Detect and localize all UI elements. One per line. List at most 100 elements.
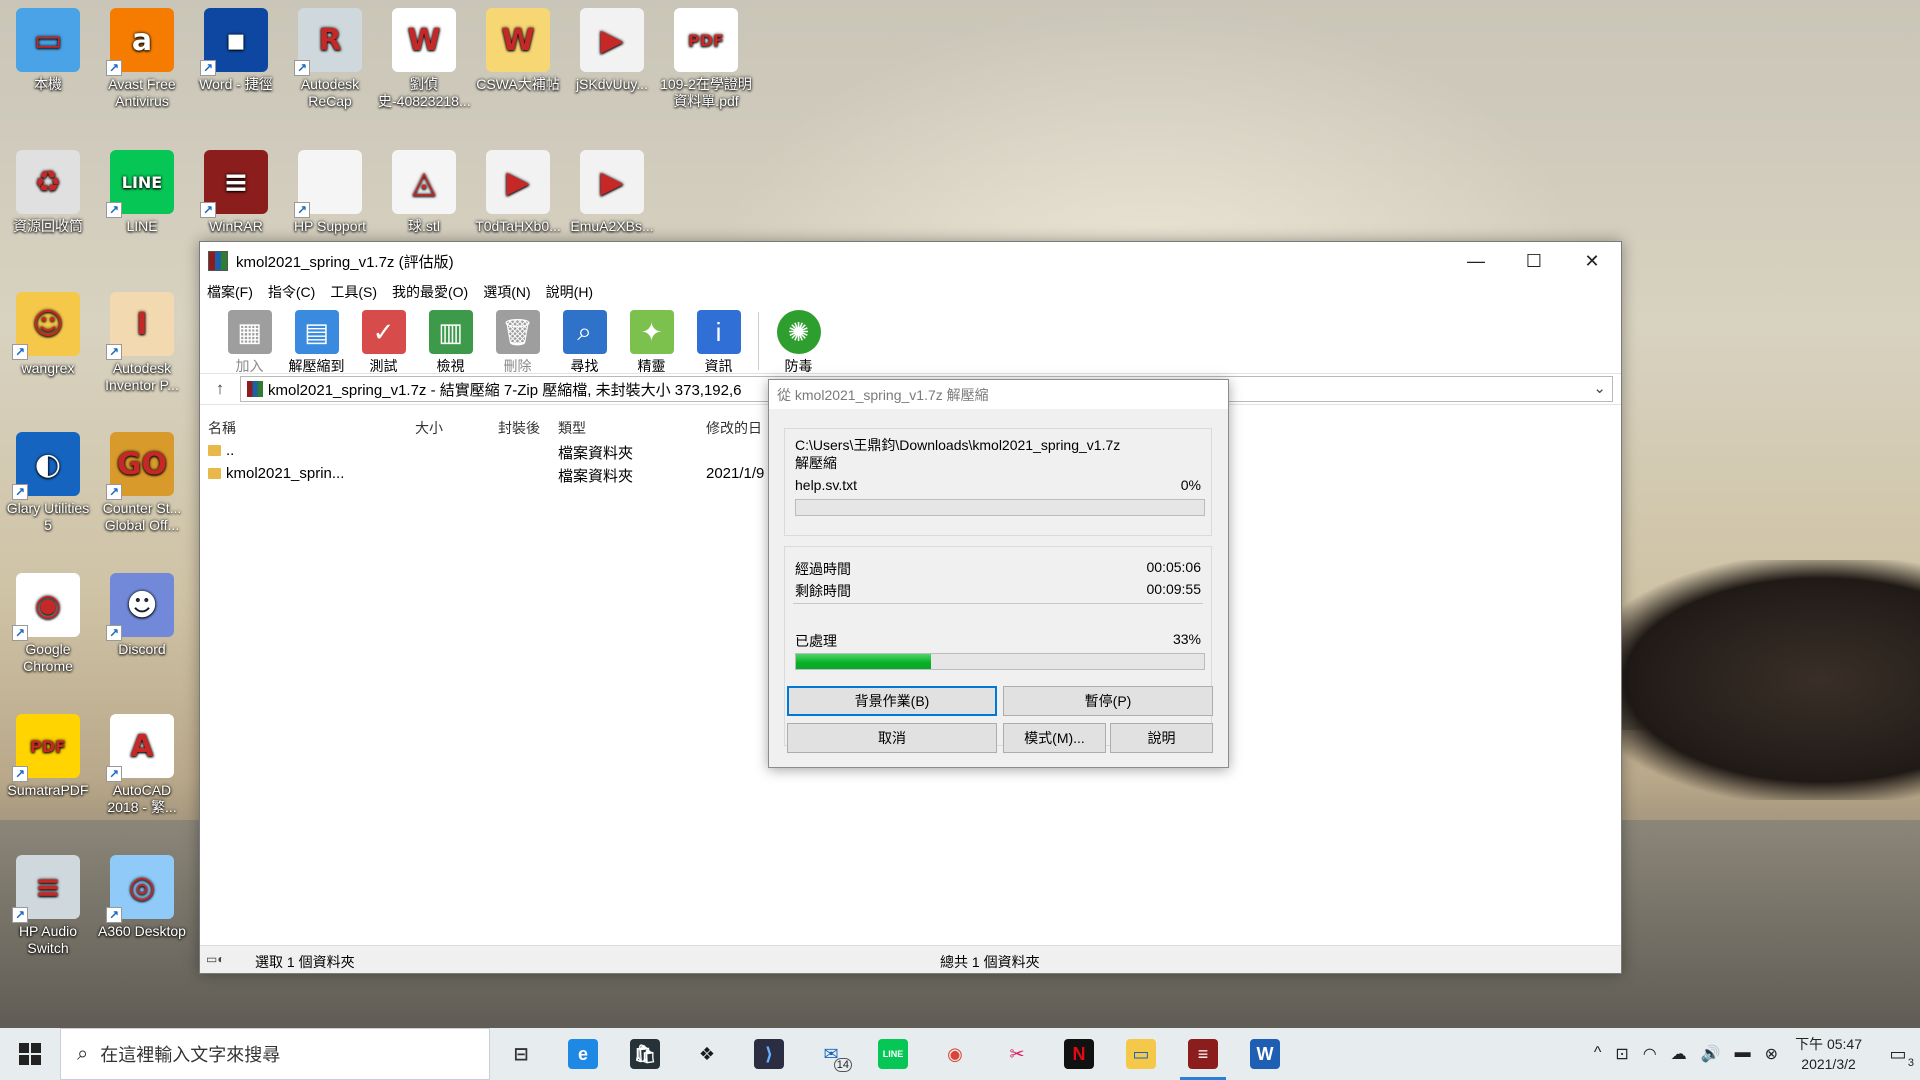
menu-item[interactable]: 選項(N)	[483, 282, 530, 302]
chevron-down-icon[interactable]: ⌄	[1593, 379, 1606, 397]
taskbar-app[interactable]: ≡	[1172, 1028, 1234, 1080]
minimize-button[interactable]: —	[1447, 242, 1505, 280]
desktop-icon[interactable]: W 劉偵史-40823218...	[378, 8, 471, 110]
system-tray: ^ ⊡ ◠ ☁ 🔊 ▬ ⊗ 下午 05:47 2021/3/2 ▭ 3	[1587, 1028, 1920, 1080]
desktop-icon[interactable]: LINE ↗ LINE	[96, 150, 188, 235]
desktop-icon[interactable]: GO ↗ Counter St... Global Off...	[96, 432, 188, 534]
menu-item[interactable]: 指令(C)	[268, 282, 315, 302]
column-packed[interactable]: 封裝後	[498, 418, 540, 438]
find-button[interactable]: ⌕ 尋找	[551, 304, 618, 376]
taskbar-app[interactable]: e	[552, 1028, 614, 1080]
antivirus-button[interactable]: ✺ 防毒	[765, 304, 832, 376]
remaining-value: 00:09:55	[1146, 581, 1202, 597]
taskbar-app[interactable]: N	[1048, 1028, 1110, 1080]
cancel-button[interactable]: 取消	[787, 723, 997, 753]
desktop-icon[interactable]: R ↗ Autodesk ReCap	[284, 8, 376, 110]
taskbar-app[interactable]: LINE	[862, 1028, 924, 1080]
column-name[interactable]: 名稱	[208, 418, 236, 438]
up-arrow-icon[interactable]: ↑	[200, 379, 240, 399]
notification-center-icon[interactable]: ▭ 3	[1876, 1044, 1920, 1069]
menu-item[interactable]: 我的最愛(O)	[392, 282, 468, 302]
find-icon: ⌕	[562, 310, 607, 354]
taskbar-app[interactable]: ▭	[1110, 1028, 1172, 1080]
taskbar-app[interactable]: W	[1234, 1028, 1296, 1080]
menu-item[interactable]: 檔案(F)	[207, 282, 253, 302]
desktop-icon[interactable]: ◉ ↗ Google Chrome	[2, 573, 94, 675]
desktop-icon[interactable]: ♻ 資源回收筒	[2, 150, 94, 235]
recap-icon: R ↗	[294, 8, 362, 76]
shortcut-arrow-icon: ↗	[12, 766, 28, 782]
desktop-icon[interactable]: ▶ jSKdvUuy...	[566, 8, 658, 93]
drive-icon[interactable]: ▭◐	[206, 952, 225, 966]
desktop-icon[interactable]: ◬ 球.stl	[378, 150, 470, 235]
desktop-icon[interactable]: PDF 109-2在學證明資料單.pdf	[660, 8, 752, 110]
desktop-icon[interactable]: ▶ T0dTaHXb0...	[472, 150, 564, 235]
taskbar-app[interactable]: ⊟	[490, 1028, 552, 1080]
desktop-icon[interactable]: a ↗ Avast Free Antivirus	[96, 8, 188, 110]
desktop-icon[interactable]: ◎ ↗ A360 Desktop	[96, 855, 188, 940]
desktop-icon-label: HP Support	[293, 218, 367, 234]
desktop-icon-label: CSWA大補帖	[476, 76, 560, 92]
shortcut-arrow-icon: ↗	[106, 766, 122, 782]
tray-icon[interactable]: ^	[1594, 1044, 1602, 1064]
desktop-icon[interactable]: ≡ ↗ WinRAR	[190, 150, 282, 235]
tray-icon[interactable]: ⊡	[1615, 1044, 1628, 1064]
desktop-icon[interactable]: W CSWA大補帖	[472, 8, 564, 93]
winrar-icon: ≡ ↗	[200, 150, 268, 218]
taskbar-app[interactable]: ◉	[924, 1028, 986, 1080]
column-type[interactable]: 類型	[558, 418, 586, 438]
desktop-icon[interactable]: ≡ ↗ HP Audio Switch	[2, 855, 94, 957]
desktop-icon-label: EmuA2XBs...	[570, 218, 654, 234]
desktop-icon[interactable]: PDF ↗ SumatraPDF	[2, 714, 94, 799]
desktop-icon-label: 資源回收筒	[13, 218, 83, 234]
info-button[interactable]: i 資訊	[685, 304, 752, 376]
column-size[interactable]: 大小	[415, 418, 443, 438]
menu-item[interactable]: 說明(H)	[546, 282, 593, 302]
start-button[interactable]	[0, 1028, 60, 1080]
extract-action: 解壓縮	[795, 455, 837, 471]
mode-button[interactable]: 模式(M)...	[1003, 723, 1106, 753]
taskbar-search[interactable]: ⌕ 在這裡輸入文字來搜尋	[60, 1028, 490, 1080]
extract-to-button[interactable]: ▤ 解壓縮到	[283, 304, 350, 376]
tray-icon[interactable]: ⊗	[1765, 1044, 1778, 1064]
taskbar-app[interactable]: ✂	[986, 1028, 1048, 1080]
toolbar-label: 資訊	[704, 358, 733, 374]
desktop-icon[interactable]: ☺ ↗ wangrex	[2, 292, 94, 377]
tray-icon[interactable]: 🔊	[1701, 1044, 1721, 1064]
elapsed-value: 00:05:06	[1146, 559, 1202, 575]
test-button[interactable]: ✓ 測試	[350, 304, 417, 376]
desktop-icon[interactable]: ☻ ↗ Discord	[96, 573, 188, 658]
taskbar-app[interactable]: ❖	[676, 1028, 738, 1080]
maximize-button[interactable]: ☐	[1505, 242, 1563, 280]
menu-item[interactable]: 工具(S)	[330, 282, 377, 302]
tray-icon[interactable]: ◠	[1643, 1044, 1657, 1064]
desktop-icon-label: jSKdvUuy...	[575, 76, 649, 92]
taskbar-app[interactable]: ✉ 14	[800, 1028, 862, 1080]
desktop-icon[interactable]: A ↗ AutoCAD 2018 - 繁...	[96, 714, 188, 816]
desktop-icon[interactable]: ↗ HP Support	[284, 150, 376, 235]
desktop-icon[interactable]: I ↗ Autodesk Inventor P...	[96, 292, 188, 394]
tray-icon[interactable]: ▬	[1735, 1044, 1751, 1064]
close-button[interactable]: ✕	[1563, 242, 1621, 280]
clock[interactable]: 下午 05:47 2021/3/2	[1795, 1034, 1862, 1074]
desktop-icon[interactable]: ▭ 本機	[2, 8, 94, 93]
desktop-icon-label: wangrex	[21, 360, 75, 376]
desktop-icon[interactable]: ▪ ↗ Word - 捷徑	[190, 8, 282, 93]
desktop-icon[interactable]: ▶ EmuA2XBs...	[566, 150, 658, 235]
tray-icon[interactable]: ☁	[1671, 1044, 1687, 1064]
column-modified[interactable]: 修改的日	[706, 418, 762, 438]
background-button[interactable]: 背景作業(B)	[787, 686, 997, 716]
taskbar-app[interactable]: ⟩	[738, 1028, 800, 1080]
help-button[interactable]: 說明	[1110, 723, 1213, 753]
line-taskbar-icon: LINE	[878, 1039, 908, 1069]
pdf-file-icon: PDF	[674, 8, 738, 72]
badge: 14	[833, 1058, 852, 1072]
view-button[interactable]: ▥ 檢視	[417, 304, 484, 376]
pause-button[interactable]: 暫停(P)	[1003, 686, 1213, 716]
search-placeholder: 在這裡輸入文字來搜尋	[100, 1045, 281, 1065]
delete-button[interactable]: 🗑 刪除	[484, 304, 551, 376]
desktop-icon[interactable]: ◐ ↗ Glary Utilities 5	[2, 432, 94, 534]
wizard-button[interactable]: ✦ 精靈	[618, 304, 685, 376]
add-button[interactable]: ▦ 加入	[216, 304, 283, 376]
taskbar-app[interactable]: 🛍	[614, 1028, 676, 1080]
